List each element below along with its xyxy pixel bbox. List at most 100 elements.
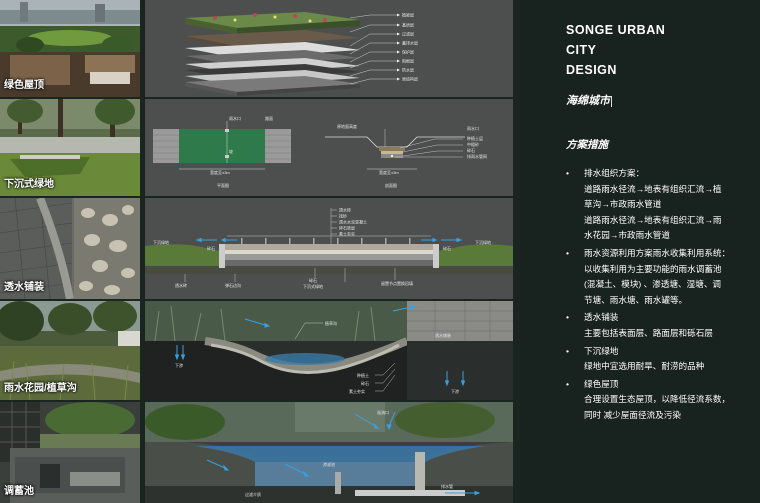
list-item: • 下沉绿地 绿地中宜选用耐旱、耐涝的品种 [564,344,754,375]
list-item: • 透水铺装 主要包括表面层、路面层和砾石层 [564,310,754,341]
paving-side-label: 碎石 [207,245,215,251]
measure-line: 道路雨水径流→地表有组织汇流→雨 [584,214,722,225]
measure-line: 草沟→市政雨水管道 [584,199,662,210]
plan-label: 坡 [229,148,233,154]
list-item: • 排水组织方案： 道路雨水径流→地表有组织汇流→植 草沟→市政雨水管道 道路雨… [564,166,754,244]
paving-side-label: 下沉绿地 [475,239,491,245]
paving-bottom-label: 透水砖 [175,282,187,288]
brand-line: SONGE URBAN [566,23,666,37]
plan-label: 路面 [265,115,273,121]
paving-layer-label: 透水水泥混凝土 [339,219,367,225]
paving-layer-label: 找砂 [339,213,347,219]
rain-garden-label: 下渗 [451,388,459,394]
rain-garden-label: 透水铺装 [435,332,451,338]
measure-line: (混凝土、模块) 、渗透塘、湿塘、调 [584,279,722,290]
measure-line: 合理设置生态屋顶，以降低径流系数， [584,394,731,405]
subtitle-text: 海绵城市 [566,95,610,107]
roof-layer-label: 原结构层 [402,76,418,82]
photo-rain-garden: 雨水花园/植草沟 [0,301,140,400]
section-label: 排雨水管网 [467,153,487,159]
storage-label: 渗滤池 [323,461,335,467]
diagram-storage-tank: 渗滤池 过滤介质 排水管 溢流口 [145,402,513,503]
paving-layer-label: 素土夯实 [339,231,355,237]
diagram-sunken-green: 雨水口 路面 坡 宽度至±3m 平面图 原地面高度 雨水口 种植土层 中粗砂 碎 [145,99,513,196]
paving-bottom-label: 留置节点置换回填 [381,280,413,286]
storage-section [145,402,513,503]
measure-line: 绿色屋顶 [584,378,619,389]
section-label: 碎石 [467,147,475,153]
roof-layer-label: 过滤层 [402,31,414,37]
measures-list: • 排水组织方案： 道路雨水径流→地表有组织汇流→植 草沟→市政雨水管道 道路雨… [564,166,754,424]
photo-permeable-paving: 透水铺装 [0,198,140,299]
measure-line: 水花园→市政雨水管道 [584,230,670,241]
photo-label: 下沉式绿地 [4,179,54,190]
rain-garden-label: 下渗 [175,362,183,368]
measure-line: 雨水资源利用方案雨水收集利用系统： [584,247,731,258]
plan-label: 宽度至±3m [210,169,230,175]
diagram-green-roof-layers: 植被层 基质层 过滤层 蓄排水层 保护层 阻根层 防水层 原结构层 [145,0,513,97]
section-title: 剖面图 [385,182,397,188]
section-label: 种植土层 [467,135,483,141]
measure-line: 下沉绿地 [584,345,619,356]
section-label: 雨水口 [467,125,479,131]
paving-side-label: 下沉绿地 [153,239,169,245]
list-item: • 雨水资源利用方案雨水收集利用系统： 以收集利用为主要功能的雨水调蓄池 (混凝… [564,246,754,308]
section-label: 宽度至±3m [379,169,399,175]
section-label: 中粗砂 [467,141,479,147]
paving-layer-label: 透水砖 [339,207,351,213]
rain-garden-label: 种植土 [357,372,369,378]
measure-line: 节塘、雨水塘、雨水罐等。 [584,294,688,305]
measure-line: 以收集利用为主要功能的雨水调蓄池 [584,263,722,274]
brand-line: DESIGN [566,63,617,77]
plan-title: 平面图 [217,182,229,188]
page-subtitle: 海绵城市 [566,92,612,108]
diagram-permeable-paving: 透水砖 找砂 透水水泥混凝土 碎石垫层 素土夯实 下沉绿地 碎石 碎石 下沉绿地… [145,198,513,299]
photo-label: 雨水花园/植草沟 [4,383,77,394]
brand-title: SONGE URBAN CITY DESIGN [566,20,665,80]
paving-bottom-label: 弹石边沟 [225,282,241,288]
measure-line: 道路雨水径流→地表有组织汇流→植 [584,183,722,194]
paving-side-label: 碎石 [443,245,451,251]
paving-bottom-label: 碎石 [309,277,317,283]
paving-bottom-label: 下沉式绿地 [303,283,323,289]
sunken-plan-view [153,121,291,170]
bullet-icon: • [566,345,570,356]
photo-label: 调蓄池 [4,486,34,497]
rain-garden-section [145,301,513,400]
storage-label: 过滤介质 [245,491,261,497]
brand-line: CITY [566,43,597,57]
rain-garden-label: 碎石 [361,380,369,386]
plan-label: 雨水口 [229,115,241,121]
roof-layer-label: 植被层 [402,12,414,18]
paving-layer-label: 碎石垫层 [339,225,355,231]
measure-line: 同时 减少屋面径流及污染 [584,409,681,420]
photo-storage-tank: 调蓄池 [0,402,140,503]
bullet-icon: • [566,168,570,178]
section-label: 原地面高度 [337,123,357,129]
bullet-icon: • [566,247,570,258]
photo-label: 透水铺装 [4,282,44,293]
roof-layer-label: 蓄排水层 [402,40,418,46]
sunken-section-view [325,129,465,170]
photo-label: 绿色屋顶 [4,80,44,91]
measure-line: 绿地中宜选用耐旱、耐涝的品种 [584,361,705,372]
rain-garden-label: 植草沟 [325,320,337,326]
rain-garden-label: 素土夯实 [349,388,365,394]
bullet-icon: • [566,378,570,389]
roof-layer-label: 基质层 [402,22,414,28]
storage-label: 排水管 [441,483,453,489]
photo-green-roof: 绿色屋顶 [0,0,140,97]
measure-line: 排水组织方案： [584,168,645,178]
paving-section [145,208,513,282]
storage-label: 溢流口 [377,409,389,415]
measure-line: 主要包括表面层、路面层和砾石层 [584,327,713,338]
measure-line: 透水铺装 [584,312,619,323]
photo-sunken-green: 下沉式绿地 [0,99,140,196]
roof-layer-stack [185,12,360,96]
text-cursor [611,95,612,107]
diagram-rain-garden: 植草沟 透水铺装 下渗 种植土 碎石 素土夯实 下渗 [145,301,513,400]
roof-layer-label: 阻根层 [402,58,414,64]
roof-layer-label: 防水层 [402,67,414,73]
roof-layer-label: 保护层 [402,49,414,55]
section-title: 方案措施 [566,139,608,151]
